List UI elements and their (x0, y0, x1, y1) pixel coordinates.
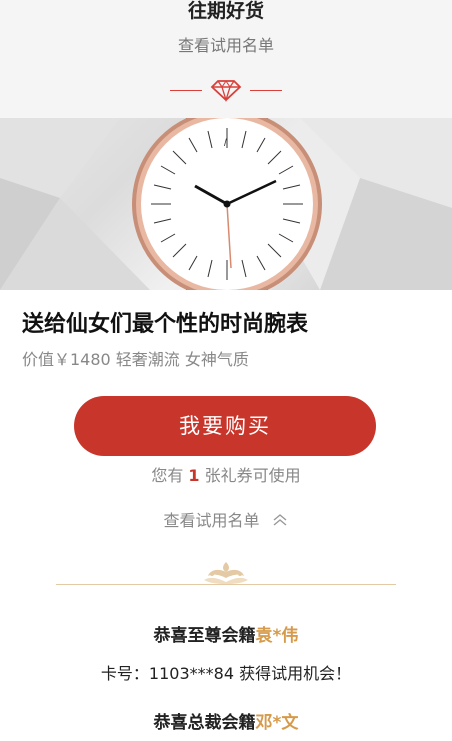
winner-name: 邓*文 (255, 713, 299, 733)
product-price: 价值￥1480 轻奢潮流 女神气质 (22, 350, 249, 369)
coupon-prefix: 您有 (151, 466, 184, 485)
diamond-divider (0, 76, 452, 104)
winner-announcement-2: 恭喜总裁会籍邓*文 (0, 711, 452, 735)
winner-title: 恭喜至尊会籍 (153, 626, 256, 646)
winner-name: 袁*伟 (255, 626, 299, 646)
ornament-icon (196, 558, 256, 592)
divider-line-right (250, 90, 282, 91)
winner-title: 恭喜总裁会籍 (153, 713, 256, 733)
diamond-icon (210, 78, 242, 106)
view-trial-list-link[interactable]: 查看试用名单 (0, 36, 452, 56)
product-title: 送给仙女们最个性的时尚腕表 (22, 312, 309, 337)
svg-text:/: / (224, 138, 227, 149)
coupon-count: 1 (188, 466, 200, 485)
header-area: 往期好货 查看试用名单 (0, 0, 452, 118)
section-title: 往期好货 (187, 0, 264, 22)
card-label: 卡号： (100, 664, 149, 683)
coupon-info: 您有 1 张礼券可使用 (0, 464, 452, 488)
trial-list-toggle-label: 查看试用名单 (163, 511, 260, 530)
coupon-suffix: 张礼券可使用 (204, 466, 301, 485)
divider-line-left (170, 90, 202, 91)
card-number: 1103***84 (148, 664, 234, 683)
card-suffix: 获得试用机会！ (234, 664, 352, 683)
ornament-divider (56, 558, 396, 592)
winner-card-info-1: 卡号：1103***84 获得试用机会！ (0, 662, 452, 686)
buy-button[interactable]: 我要购买 (74, 396, 376, 456)
product-image[interactable]: / (0, 118, 452, 290)
chevron-up-icon (271, 510, 289, 534)
trial-list-toggle[interactable]: 查看试用名单 (0, 509, 452, 534)
winner-announcement-1: 恭喜至尊会籍袁*伟 (0, 624, 452, 648)
